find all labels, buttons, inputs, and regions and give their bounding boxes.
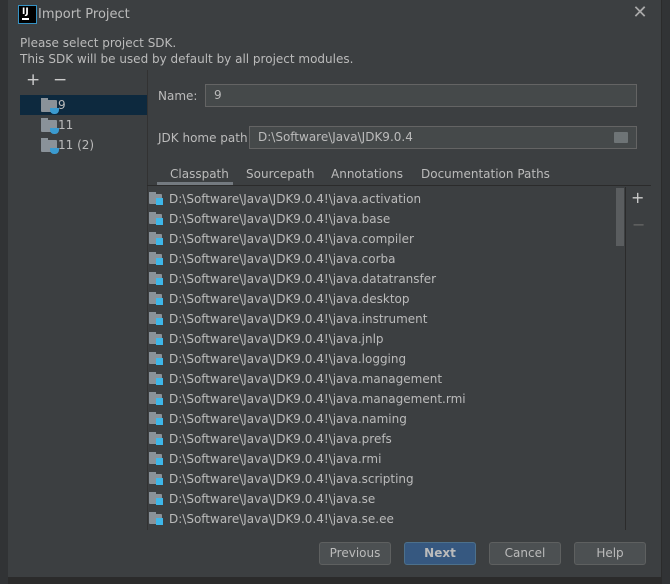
- classpath-item[interactable]: D:\Software\Java\JDK9.0.4!\java.rmi: [148, 449, 616, 469]
- classpath-item[interactable]: D:\Software\Java\JDK9.0.4!\java.scriptin…: [148, 469, 616, 489]
- browse-folder-icon[interactable]: [614, 132, 628, 143]
- previous-button[interactable]: Previous: [319, 542, 391, 565]
- classpath-item[interactable]: D:\Software\Java\JDK9.0.4!\java.logging: [148, 349, 616, 369]
- dialog-title: Import Project: [38, 7, 130, 22]
- jdk-folder-icon: [41, 138, 59, 154]
- classpath-item[interactable]: D:\Software\Java\JDK9.0.4!\java.se: [148, 489, 616, 509]
- sdk-item-11[interactable]: 11: [20, 115, 147, 135]
- classpath-item[interactable]: D:\Software\Java\JDK9.0.4!\java.jnlp: [148, 329, 616, 349]
- add-path-button[interactable]: +: [631, 188, 644, 207]
- sdk-item-11-2[interactable]: 11 (2): [20, 135, 147, 155]
- background-window: [662, 0, 670, 584]
- jar-folder-icon: [149, 312, 163, 325]
- classpath-item-label: D:\Software\Java\JDK9.0.4!\java.base: [169, 212, 391, 226]
- classpath-item-label: D:\Software\Java\JDK9.0.4!\java.activati…: [169, 192, 422, 206]
- jdk-folder-icon: [41, 118, 59, 134]
- classpath-item-label: D:\Software\Java\JDK9.0.4!\java.compiler: [169, 232, 414, 246]
- divider: [625, 187, 626, 530]
- sdk-item-9[interactable]: 9: [20, 95, 147, 115]
- tab-annotations[interactable]: Annotations: [331, 166, 403, 186]
- classpath-item-label: D:\Software\Java\JDK9.0.4!\java.scriptin…: [169, 472, 414, 486]
- classpath-item-label: D:\Software\Java\JDK9.0.4!\java.manageme…: [169, 392, 466, 406]
- jar-folder-icon: [149, 272, 163, 285]
- jar-folder-icon: [149, 372, 163, 385]
- classpath-item-label: D:\Software\Java\JDK9.0.4!\java.prefs: [169, 432, 392, 446]
- jdk-home-path-input[interactable]: D:\Software\Java\JDK9.0.4: [249, 126, 637, 149]
- import-project-dialog: IJ Import Project ✕ Please select projec…: [8, 0, 662, 578]
- classpath-item-label: D:\Software\Java\JDK9.0.4!\java.naming: [169, 412, 407, 426]
- name-label: Name:: [158, 89, 198, 103]
- remove-sdk-button[interactable]: −: [53, 70, 67, 90]
- classpath-item[interactable]: D:\Software\Java\JDK9.0.4!\java.desktop: [148, 289, 616, 309]
- description-line-2: This SDK will be used by default by all …: [20, 52, 354, 66]
- background-window: [0, 0, 8, 584]
- jar-folder-icon: [149, 352, 163, 365]
- classpath-item[interactable]: D:\Software\Java\JDK9.0.4!\java.manageme…: [148, 389, 616, 409]
- classpath-item[interactable]: D:\Software\Java\JDK9.0.4!\java.datatran…: [148, 269, 616, 289]
- scrollbar-thumb[interactable]: [616, 188, 624, 246]
- classpath-item[interactable]: D:\Software\Java\JDK9.0.4!\java.instrume…: [148, 309, 616, 329]
- jdk-home-path-label: JDK home path:: [158, 131, 252, 145]
- cancel-button[interactable]: Cancel: [489, 542, 561, 565]
- jar-folder-icon: [149, 232, 163, 245]
- classpath-item[interactable]: D:\Software\Java\JDK9.0.4!\java.naming: [148, 409, 616, 429]
- close-icon[interactable]: ✕: [630, 2, 650, 23]
- classpath-item[interactable]: D:\Software\Java\JDK9.0.4!\java.prefs: [148, 429, 616, 449]
- classpath-item-label: D:\Software\Java\JDK9.0.4!\java.instrume…: [169, 312, 428, 326]
- classpath-item-label: D:\Software\Java\JDK9.0.4!\java.logging: [169, 352, 407, 366]
- jar-folder-icon: [149, 212, 163, 225]
- classpath-item[interactable]: D:\Software\Java\JDK9.0.4!\java.base: [148, 209, 616, 229]
- jar-folder-icon: [149, 472, 163, 485]
- jar-folder-icon: [149, 292, 163, 305]
- classpath-item-label: D:\Software\Java\JDK9.0.4!\java.se: [169, 492, 376, 506]
- jar-folder-icon: [149, 492, 163, 505]
- jar-folder-icon: [149, 332, 163, 345]
- remove-path-button[interactable]: −: [632, 215, 645, 234]
- classpath-item[interactable]: D:\Software\Java\JDK9.0.4!\java.compiler: [148, 229, 616, 249]
- next-button[interactable]: Next: [404, 542, 476, 565]
- tab-sourcepath[interactable]: Sourcepath: [246, 166, 315, 186]
- name-input[interactable]: 9: [205, 84, 637, 107]
- classpath-item-label: D:\Software\Java\JDK9.0.4!\java.desktop: [169, 292, 410, 306]
- jdk-home-path-value: D:\Software\Java\JDK9.0.4: [258, 130, 413, 144]
- classpath-item-label: D:\Software\Java\JDK9.0.4!\java.corba: [169, 252, 396, 266]
- classpath-item[interactable]: D:\Software\Java\JDK9.0.4!\java.manageme…: [148, 369, 616, 389]
- tab-documentation-paths[interactable]: Documentation Paths: [421, 166, 550, 186]
- sdk-item-label: 11 (2): [58, 138, 95, 152]
- jar-folder-icon: [149, 512, 163, 525]
- classpath-item-label: D:\Software\Java\JDK9.0.4!\java.datatran…: [169, 272, 437, 286]
- divider: [147, 185, 651, 186]
- jar-folder-icon: [149, 452, 163, 465]
- add-sdk-button[interactable]: +: [26, 70, 40, 90]
- jar-folder-icon: [149, 252, 163, 265]
- classpath-item[interactable]: D:\Software\Java\JDK9.0.4!\java.corba: [148, 249, 616, 269]
- jar-folder-icon: [149, 432, 163, 445]
- classpath-item[interactable]: D:\Software\Java\JDK9.0.4!\java.se.ee: [148, 509, 616, 529]
- classpath-item-label: D:\Software\Java\JDK9.0.4!\java.jnlp: [169, 332, 384, 346]
- intellij-logo-icon: IJ: [18, 5, 37, 24]
- jar-folder-icon: [149, 392, 163, 405]
- help-button[interactable]: Help: [574, 542, 646, 565]
- classpath-item-label: D:\Software\Java\JDK9.0.4!\java.manageme…: [169, 372, 443, 386]
- jdk-folder-icon: [41, 98, 59, 114]
- jar-folder-icon: [149, 412, 163, 425]
- sdk-item-label: 9: [58, 98, 66, 112]
- description-line-1: Please select project SDK.: [20, 36, 177, 50]
- classpath-item-label: D:\Software\Java\JDK9.0.4!\java.se.ee: [169, 512, 394, 526]
- sdk-item-label: 11: [58, 118, 74, 132]
- jar-folder-icon: [149, 192, 163, 205]
- classpath-item-label: D:\Software\Java\JDK9.0.4!\java.rmi: [169, 452, 382, 466]
- classpath-item[interactable]: D:\Software\Java\JDK9.0.4!\java.activati…: [148, 189, 616, 209]
